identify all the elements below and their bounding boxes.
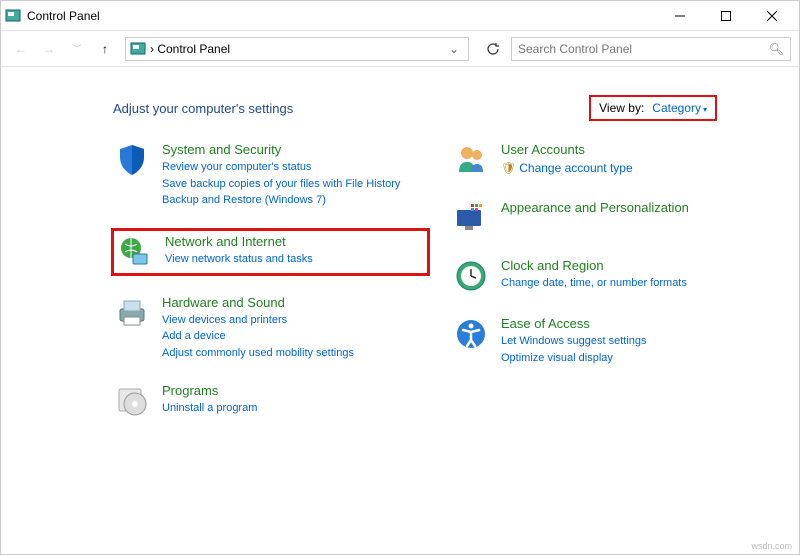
shield-icon (114, 142, 150, 178)
category-link[interactable]: View devices and printers (162, 312, 427, 329)
category-appearance-personalization: Appearance and Personalization (450, 197, 769, 239)
category-link[interactable]: Adjust commonly used mobility settings (162, 345, 427, 362)
category-title[interactable]: Hardware and Sound (162, 295, 427, 310)
minimize-button[interactable] (657, 1, 703, 31)
address-dropdown[interactable]: ⌄ (444, 42, 464, 56)
address-bar[interactable]: › Control Panel ⌄ (125, 37, 469, 61)
disc-icon (114, 383, 150, 419)
watermark: wsdn.com (751, 541, 792, 551)
category-title[interactable]: User Accounts (501, 142, 766, 157)
monitor-colors-icon (453, 200, 489, 236)
close-button[interactable] (749, 1, 795, 31)
chevron-down-icon: ▾ (703, 105, 707, 114)
back-button[interactable]: ← (9, 37, 33, 61)
category-link[interactable]: Review your computer's status (162, 159, 427, 176)
category-link[interactable]: View network status and tasks (165, 251, 424, 268)
category-title[interactable]: Ease of Access (501, 316, 766, 331)
category-link[interactable]: Uninstall a program (162, 400, 427, 417)
category-link[interactable]: Let Windows suggest settings (501, 333, 766, 350)
address-path: › Control Panel (150, 42, 444, 56)
right-column: User Accounts 🛡Change account type Appea… (450, 139, 769, 438)
recent-dropdown[interactable]: ﹀ (65, 37, 89, 61)
search-input[interactable] (518, 42, 769, 56)
content-area: Adjust your computer's settings View by:… (1, 67, 799, 466)
refresh-icon (486, 42, 500, 56)
refresh-button[interactable] (479, 37, 507, 61)
up-button[interactable]: ↑ (93, 37, 117, 61)
page-title: Adjust your computer's settings (113, 101, 589, 116)
category-link[interactable]: Add a device (162, 328, 427, 345)
search-bar[interactable]: 🔍︎ (511, 37, 791, 61)
forward-button[interactable]: → (37, 37, 61, 61)
users-icon (453, 142, 489, 178)
category-title[interactable]: Appearance and Personalization (501, 200, 766, 215)
globe-network-icon (117, 234, 153, 270)
search-icon[interactable]: 🔍︎ (769, 42, 784, 56)
view-by-control: View by: Category▾ (589, 95, 717, 121)
left-column: System and Security Review your computer… (111, 139, 430, 438)
category-link[interactable]: Change date, time, or number formats (501, 275, 766, 292)
category-link[interactable]: Save backup copies of your files with Fi… (162, 176, 427, 193)
category-title[interactable]: Network and Internet (165, 234, 424, 249)
category-clock-region: Clock and Region Change date, time, or n… (450, 255, 769, 297)
category-programs: Programs Uninstall a program (111, 380, 430, 422)
uac-shield-icon: 🛡 (501, 161, 516, 175)
category-link[interactable]: 🛡Change account type (501, 159, 766, 178)
accessibility-icon (453, 316, 489, 352)
category-title[interactable]: System and Security (162, 142, 427, 157)
category-system-security: System and Security Review your computer… (111, 139, 430, 212)
view-by-dropdown[interactable]: Category▾ (652, 101, 707, 115)
category-user-accounts: User Accounts 🛡Change account type (450, 139, 769, 181)
control-panel-icon (130, 41, 146, 57)
category-link[interactable]: Optimize visual display (501, 350, 766, 367)
category-ease-of-access: Ease of Access Let Windows suggest setti… (450, 313, 769, 369)
category-hardware-sound: Hardware and Sound View devices and prin… (111, 292, 430, 365)
clock-icon (453, 258, 489, 294)
printer-icon (114, 295, 150, 331)
category-link[interactable]: Backup and Restore (Windows 7) (162, 192, 427, 209)
title-bar: Control Panel (1, 1, 799, 31)
navigation-bar: ← → ﹀ ↑ › Control Panel ⌄ 🔍︎ (1, 31, 799, 67)
view-by-label: View by: (599, 101, 644, 115)
category-network-internet: Network and Internet View network status… (111, 228, 430, 276)
category-title[interactable]: Programs (162, 383, 427, 398)
maximize-button[interactable] (703, 1, 749, 31)
window-title: Control Panel (27, 9, 657, 23)
category-title[interactable]: Clock and Region (501, 258, 766, 273)
control-panel-icon (5, 8, 21, 24)
